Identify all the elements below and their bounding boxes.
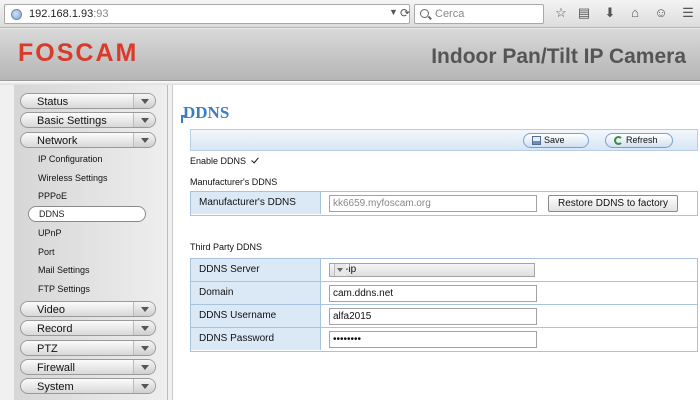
sidebar-item-record[interactable]: Record bbox=[20, 320, 156, 336]
refresh-label: Refresh bbox=[626, 135, 658, 145]
ddns-username-field[interactable]: alfa2015 bbox=[329, 308, 537, 325]
ddns-username-row: DDNS Username alfa2015 bbox=[191, 305, 697, 328]
product-title: Indoor Pan/Tilt IP Camera bbox=[431, 45, 686, 68]
url-dropdown-icon[interactable]: ▼ bbox=[389, 7, 398, 17]
sidebar-item-label: Record bbox=[37, 323, 73, 335]
download-icon[interactable]: ⬇ bbox=[602, 5, 618, 21]
url-text: 192.168.1.93:93 bbox=[29, 8, 109, 20]
globe-icon bbox=[11, 9, 22, 20]
sidebar-item-ddns[interactable]: DDNS bbox=[28, 206, 146, 222]
sidebar-item-status[interactable]: Status bbox=[20, 93, 156, 109]
sidebar-item-pppoe[interactable]: PPPoE bbox=[38, 191, 67, 201]
ddns-password-field[interactable]: •••••••• bbox=[329, 331, 537, 348]
chevron-down-icon bbox=[133, 113, 155, 127]
refresh-icon bbox=[614, 136, 623, 145]
save-button[interactable]: Save bbox=[523, 133, 589, 148]
chevron-down-icon bbox=[133, 133, 155, 147]
restore-ddns-button[interactable]: Restore DDNS to factory bbox=[548, 195, 678, 212]
ddns-password-row: DDNS Password •••••••• bbox=[191, 328, 697, 351]
content-panel: DDNS Save Refresh Enable DDNS Manufactur… bbox=[172, 85, 700, 400]
search-placeholder: Cerca bbox=[435, 8, 465, 20]
ddns-password-label-cell: DDNS Password bbox=[191, 328, 321, 350]
sidebar-item-system[interactable]: System bbox=[20, 378, 156, 394]
domain-label: Domain bbox=[199, 287, 234, 298]
ddns-server-label-cell: DDNS Server bbox=[191, 259, 321, 281]
sidebar-item-label: Video bbox=[37, 304, 65, 316]
reload-icon[interactable]: ⟳ bbox=[400, 6, 410, 20]
ddns-server-row: DDNS Server no-ip bbox=[191, 259, 697, 282]
sidebar-item-port[interactable]: Port bbox=[38, 247, 55, 257]
manufacturer-section-title: Manufacturer's DDNS bbox=[190, 177, 278, 187]
domain-label-cell: Domain bbox=[191, 282, 321, 304]
save-label: Save bbox=[544, 135, 565, 145]
star-icon[interactable]: ☆ bbox=[553, 5, 569, 21]
url-bar[interactable]: 192.168.1.93:93 ▼ ⟳ bbox=[4, 4, 410, 24]
home-icon[interactable]: ⌂ bbox=[627, 5, 643, 21]
third-party-section-title: Third Party DDNS bbox=[190, 242, 263, 252]
sidebar-item-network[interactable]: Network bbox=[20, 132, 156, 148]
chat-icon[interactable]: ☺ bbox=[653, 5, 669, 21]
sidebar-item-label: PTZ bbox=[37, 343, 58, 355]
sidebar-item-label: System bbox=[37, 381, 74, 393]
camera-header: FOSCAM Indoor Pan/Tilt IP Camera bbox=[0, 29, 700, 81]
sidebar-item-firewall[interactable]: Firewall bbox=[20, 359, 156, 375]
sidebar-item-label: Firewall bbox=[37, 362, 75, 374]
sidebar-item-upnp[interactable]: UPnP bbox=[38, 228, 62, 238]
ddns-username-label-cell: DDNS Username bbox=[191, 305, 321, 327]
manufacturer-ddns-row: Manufacturer's DDNS kk6659.myfoscam.org … bbox=[191, 192, 697, 215]
manufacturer-ddns-label: Manufacturer's DDNS bbox=[199, 197, 296, 208]
sidebar-item-label: Network bbox=[37, 135, 78, 147]
sidebar-item-label: Basic Settings bbox=[37, 115, 107, 127]
sidebar-item-ftp-settings[interactable]: FTP Settings bbox=[38, 284, 90, 294]
domain-row: Domain cam.ddns.net bbox=[191, 282, 697, 305]
menu-icon[interactable]: ☰ bbox=[680, 5, 696, 21]
sidebar-item-mail-settings[interactable]: Mail Settings bbox=[38, 265, 90, 275]
chevron-down-icon bbox=[133, 360, 155, 374]
manufacturer-ddns-table: Manufacturer's DDNS kk6659.myfoscam.org … bbox=[190, 191, 698, 216]
refresh-button[interactable]: Refresh bbox=[605, 133, 673, 148]
manufacturer-ddns-field: kk6659.myfoscam.org bbox=[329, 195, 537, 212]
browser-toolbar: 192.168.1.93:93 ▼ ⟳ Cerca ☆ ▤ ⬇ ⌂ ☺ ☰ bbox=[0, 0, 700, 28]
save-icon bbox=[532, 136, 541, 145]
ddns-server-label: DDNS Server bbox=[199, 264, 260, 275]
ddns-username-label: DDNS Username bbox=[199, 310, 277, 321]
chevron-down-icon bbox=[133, 302, 155, 316]
url-port: :93 bbox=[93, 8, 109, 20]
ddns-server-select[interactable]: no-ip bbox=[329, 263, 535, 277]
sidebar-item-label: Status bbox=[37, 96, 69, 108]
chevron-down-icon bbox=[133, 321, 155, 335]
page: FOSCAM Indoor Pan/Tilt IP Camera Status … bbox=[0, 29, 700, 400]
sidebar-item-ip-configuration[interactable]: IP Configuration bbox=[38, 154, 102, 164]
enable-ddns-label: Enable DDNS bbox=[190, 156, 247, 166]
action-bar: Save Refresh bbox=[190, 129, 698, 151]
manufacturer-ddns-label-cell: Manufacturer's DDNS bbox=[191, 192, 321, 214]
bookmark-list-icon[interactable]: ▤ bbox=[576, 5, 592, 21]
url-host: 192.168.1.93 bbox=[29, 8, 94, 20]
sidebar-item-video[interactable]: Video bbox=[20, 301, 156, 317]
enable-ddns-checkbox[interactable] bbox=[251, 156, 260, 165]
page-title: DDNS bbox=[183, 103, 230, 122]
chevron-down-icon bbox=[133, 379, 155, 393]
chevron-down-icon bbox=[133, 341, 155, 355]
chevron-down-icon bbox=[133, 94, 155, 108]
search-icon bbox=[420, 9, 429, 18]
third-party-ddns-table: DDNS Server no-ip Domain cam.ddns.net DD… bbox=[190, 258, 698, 352]
domain-field[interactable]: cam.ddns.net bbox=[329, 285, 537, 302]
sidebar-item-label: DDNS bbox=[39, 209, 65, 219]
foscam-logo: FOSCAM bbox=[18, 39, 139, 67]
sidebar-item-basic-settings[interactable]: Basic Settings bbox=[20, 112, 156, 128]
search-input[interactable]: Cerca bbox=[414, 4, 544, 24]
sidebar-item-ptz[interactable]: PTZ bbox=[20, 340, 156, 356]
enable-ddns-row: Enable DDNS bbox=[190, 156, 260, 166]
ddns-password-label: DDNS Password bbox=[199, 333, 275, 344]
chevron-down-icon bbox=[334, 264, 346, 276]
sidebar-item-wireless-settings[interactable]: Wireless Settings bbox=[38, 173, 108, 183]
sidebar: Status Basic Settings Network IP Configu… bbox=[14, 85, 168, 400]
